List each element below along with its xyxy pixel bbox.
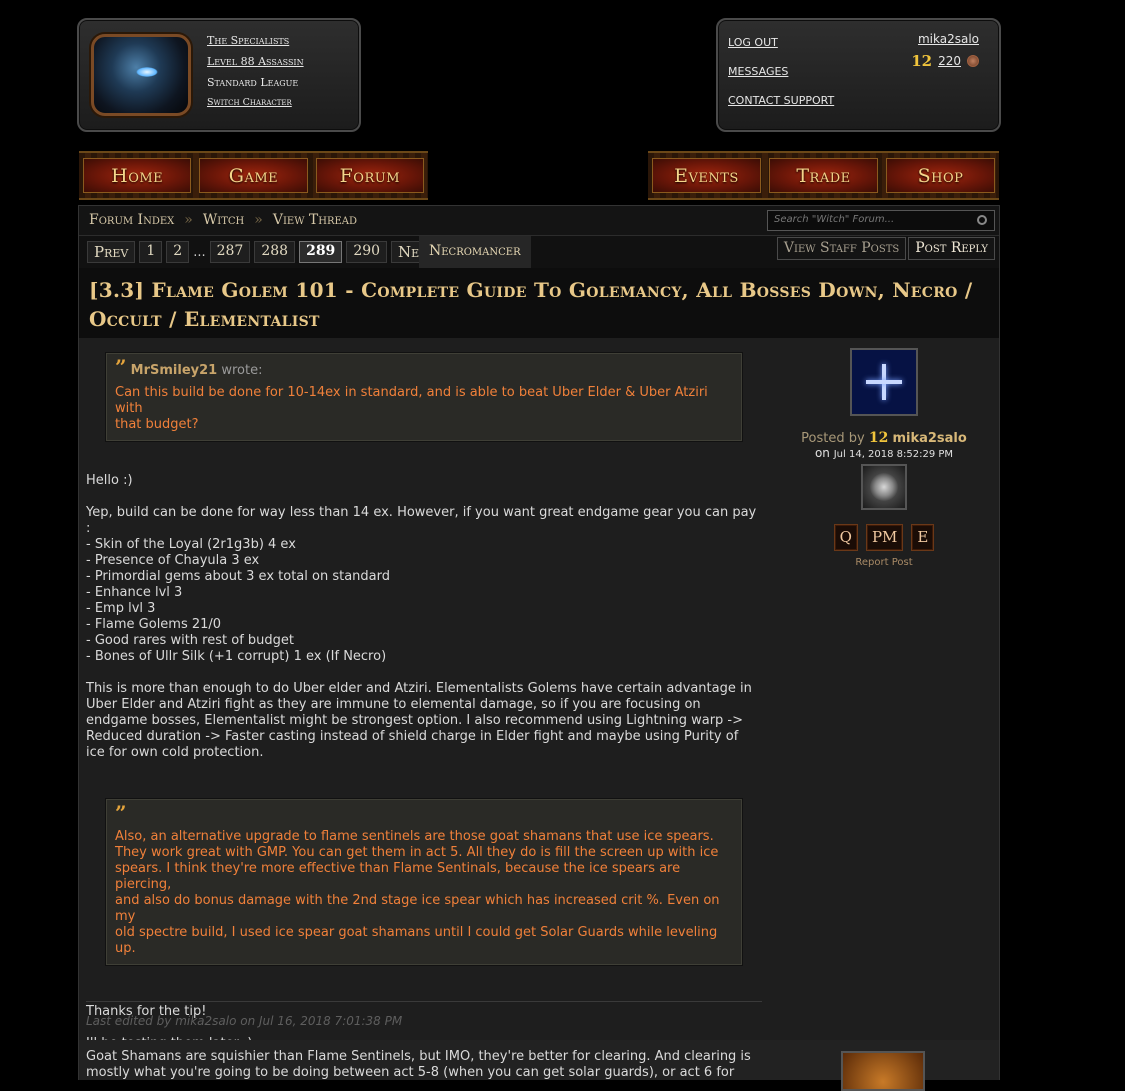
nav-trade[interactable]: Trade	[769, 158, 878, 193]
thread-title: [3.3] Flame Golem 101 - Complete Guide T…	[79, 268, 999, 338]
contact-support-link[interactable]: CONTACT SUPPORT	[728, 94, 834, 107]
quote-text: Can this build be done for 10-14ex in st…	[115, 385, 708, 432]
character-league: Standard League	[207, 76, 299, 89]
quote-text: Also, an alternative upgrade to flame se…	[115, 829, 720, 956]
breadcrumb-bar: Forum Index » Witch » View Thread Search…	[79, 206, 999, 236]
account-panel: LOG OUT MESSAGES CONTACT SUPPORT mika2sa…	[716, 18, 1001, 132]
messages-link[interactable]: MESSAGES	[728, 65, 834, 78]
breadcrumb-separator: »	[254, 212, 263, 228]
post-paragraph: Hello :) Yep, build can be done for way …	[86, 473, 757, 760]
breadcrumb-witch[interactable]: Witch	[203, 212, 244, 228]
forum-post: ” MrSmiley21 wrote: Can this build be do…	[79, 338, 999, 1051]
main-nav-right: Events Trade Shop	[648, 151, 999, 200]
author-avatar[interactable]	[850, 348, 918, 416]
breadcrumb-forum-index[interactable]: Forum Index	[89, 212, 174, 228]
guild-link[interactable]: The Specialists	[207, 34, 304, 47]
author-level-badge-icon: 12	[868, 430, 889, 446]
breadcrumb: Forum Index » Witch » View Thread	[89, 212, 357, 228]
quote-button[interactable]: Q	[833, 524, 858, 551]
switch-character-link[interactable]: Switch Character	[207, 97, 304, 108]
forum-search-input[interactable]: Search "Witch" Forum...	[767, 210, 995, 231]
post-date: Jul 14, 2018 8:52:29 PM	[833, 449, 954, 460]
account-username[interactable]: mika2salo	[911, 32, 979, 46]
breadcrumb-view-thread: View Thread	[272, 212, 358, 228]
points-coin-icon	[967, 55, 979, 67]
page-290[interactable]: 290	[346, 241, 388, 263]
quote-mark-icon: ”	[115, 355, 127, 379]
page-288[interactable]: 288	[254, 241, 296, 263]
page-1[interactable]: 1	[139, 241, 163, 263]
nav-home[interactable]: Home	[83, 158, 192, 193]
breadcrumb-separator: »	[184, 212, 193, 228]
nav-forum[interactable]: Forum	[315, 158, 424, 193]
nav-shop[interactable]: Shop	[886, 158, 995, 193]
post-body: ” MrSmiley21 wrote: Can this build be do…	[86, 348, 762, 1052]
account-level-badge-icon: 12	[911, 52, 933, 70]
thread-tag[interactable]: Necromancer	[419, 236, 531, 268]
logout-link[interactable]: LOG OUT	[728, 36, 834, 49]
page-287[interactable]: 287	[209, 241, 251, 263]
report-post-link[interactable]: Report Post	[771, 557, 997, 568]
main-nav-left: Home Game Forum	[79, 151, 428, 200]
character-portrait[interactable]	[91, 34, 191, 116]
forum-post: Goat Shamans are squishier than Flame Se…	[79, 1040, 999, 1091]
posted-on-label: on	[814, 446, 830, 460]
cross-emblem-icon	[864, 362, 904, 402]
posted-by-label: Posted by	[801, 431, 865, 446]
quote-block: ” MrSmiley21 wrote: Can this build be do…	[106, 353, 742, 441]
post-body: Goat Shamans are squishier than Flame Se…	[86, 1049, 751, 1080]
quote-block: ” Also, an alternative upgrade to flame …	[106, 799, 742, 965]
character-panel: The Specialists Level 88 Assassin Standa…	[77, 18, 361, 132]
pagination: Prev 1 2 ... 287 288 289 290 Next	[87, 241, 442, 263]
view-staff-posts-button[interactable]: View Staff Posts	[776, 237, 907, 260]
quote-wrote: wrote:	[221, 363, 263, 378]
post-author-info: Posted by 12 mika2salo on Jul 14, 2018 8…	[771, 348, 997, 568]
search-icon[interactable]	[977, 215, 987, 225]
forum-container: Forum Index » Witch » View Thread Search…	[78, 205, 1000, 1091]
post-divider	[86, 1001, 762, 1002]
page-2[interactable]: 2	[166, 241, 190, 263]
character-level-class[interactable]: Level 88 Assassin	[207, 55, 304, 68]
page-prev-button[interactable]: Prev	[87, 241, 136, 263]
author-name[interactable]: mika2salo	[892, 431, 966, 446]
page-ellipsis: ...	[193, 244, 206, 260]
page-289-current: 289	[299, 241, 343, 263]
pagination-row: Prev 1 2 ... 287 288 289 290 Next Necrom…	[79, 236, 999, 268]
nav-game[interactable]: Game	[199, 158, 308, 193]
quote-mark-icon: ”	[115, 801, 127, 825]
bear-head-icon	[870, 473, 898, 501]
supporter-badge	[861, 464, 907, 510]
quote-author[interactable]: MrSmiley21	[131, 363, 218, 378]
private-message-button[interactable]: PM	[865, 524, 904, 551]
author-avatar[interactable]	[841, 1051, 925, 1091]
account-points[interactable]: 220	[938, 54, 961, 68]
nav-events[interactable]: Events	[652, 158, 761, 193]
edit-button[interactable]: E	[911, 524, 935, 551]
last-edited-note: Last edited by mika2salo on Jul 16, 2018…	[86, 1014, 403, 1028]
post-reply-button[interactable]: Post Reply	[908, 237, 995, 260]
